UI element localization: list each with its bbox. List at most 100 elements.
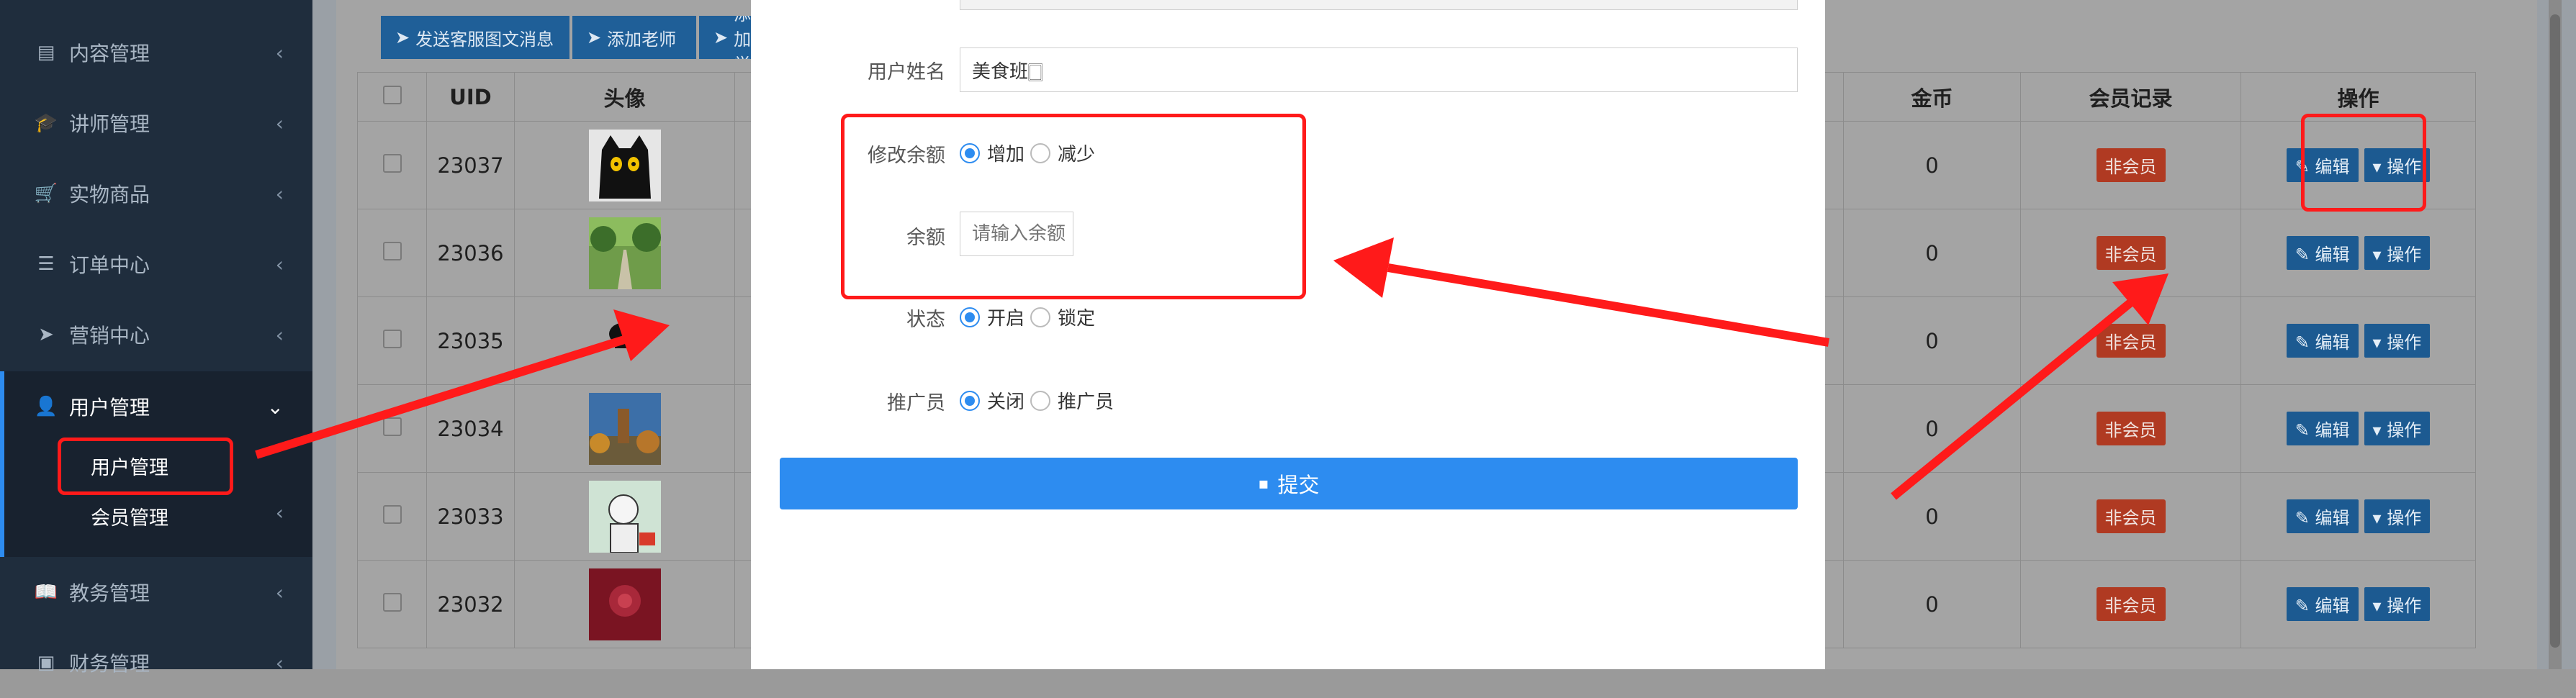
member-badge: 非会员	[2096, 236, 2166, 270]
avatar-image	[588, 217, 661, 289]
row-coins: 0	[1843, 472, 2021, 561]
row-coins: 0	[1843, 209, 2021, 297]
sidebar-item-marketing[interactable]: ➤ 营销中心 ‹	[0, 299, 312, 370]
submit-button[interactable]: ▪ 提交	[780, 458, 1798, 509]
list-icon: ☰	[37, 253, 55, 275]
radio-selected-icon	[960, 390, 980, 411]
sidebar-item-label: 用户管理	[69, 396, 150, 420]
pencil-icon: ✎	[2294, 245, 2315, 265]
operation-dropdown-button[interactable]: ▾ 操作	[2364, 324, 2431, 358]
edit-button[interactable]: ✎ 编辑	[2286, 324, 2359, 358]
paper-plane-icon: ➤	[713, 27, 729, 47]
annotation-box-balance	[841, 114, 1306, 299]
sidebar-item-content[interactable]: ▤ 内容管理 ‹	[0, 17, 312, 88]
chevron-left-icon: ‹	[275, 40, 284, 65]
edit-user-modal: 用户姓名 美食班🀆 修改余额 增加 减少 余额 状态 开启 锁定 推广员 关闭 …	[751, 0, 1825, 669]
row-checkbox[interactable]	[382, 329, 402, 348]
bag-icon: ▪	[1258, 474, 1269, 493]
row-uid: 23036	[426, 209, 515, 297]
pencil-icon: ✎	[2294, 332, 2315, 353]
caret-down-icon: ▾	[2372, 596, 2387, 616]
avatar-image	[588, 568, 661, 640]
scrollbar-thumb[interactable]	[2550, 14, 2560, 648]
select-all-checkbox-cell[interactable]	[357, 72, 427, 122]
row-checkbox[interactable]	[382, 153, 402, 173]
radio-unselected-icon	[1030, 390, 1050, 411]
operation-dropdown-button[interactable]: ▾ 操作	[2364, 587, 2431, 621]
edit-button[interactable]: ✎ 编辑	[2286, 412, 2359, 445]
sidebar-subitem-member-manage[interactable]: 会员管理	[91, 502, 168, 530]
chevron-left-icon: ‹	[275, 580, 284, 604]
row-uid: 23033	[426, 472, 515, 561]
row-checkbox[interactable]	[382, 417, 402, 436]
select-all-checkbox[interactable]	[382, 85, 402, 104]
graduation-cap-icon: 🎓	[34, 112, 58, 134]
promoter-on-radio[interactable]: 推广员	[1030, 387, 1114, 414]
operation-dropdown-button[interactable]: ▾ 操作	[2364, 412, 2431, 445]
column-header-uid: UID	[426, 72, 515, 122]
caret-down-icon: ▾	[2372, 508, 2387, 528]
sidebar-item-teacher[interactable]: 🎓 讲师管理 ‹	[0, 88, 312, 158]
promoter-off-radio[interactable]: 关闭	[960, 387, 1024, 414]
row-uid: 23032	[426, 560, 515, 648]
add-student-button[interactable]: ➤ 添加学	[699, 16, 754, 59]
operation-dropdown-button[interactable]: ▾ 操作	[2364, 236, 2431, 270]
sidebar-item-label: 实物商品	[69, 183, 150, 207]
paper-plane-icon: ➤	[395, 27, 410, 47]
sidebar-item-finance[interactable]: ▣ 财务管理 ‹	[0, 627, 312, 698]
member-badge: 非会员	[2096, 148, 2166, 182]
row-coins: 0	[1843, 560, 2021, 648]
pencil-icon: ✎	[2294, 508, 2315, 528]
page-scrollbar[interactable]	[2549, 0, 2562, 669]
sidebar-item-label: 订单中心	[69, 253, 150, 277]
avatar-image	[588, 392, 661, 465]
chevron-left-icon: ‹	[275, 181, 284, 206]
row-uid: 23034	[426, 384, 515, 473]
chevron-left-icon: ‹	[275, 322, 284, 347]
annotation-box-edit	[2301, 114, 2426, 212]
user-name-label: 用户姓名	[868, 61, 945, 83]
operation-dropdown-button[interactable]: ▾ 操作	[2364, 499, 2431, 533]
status-lock-radio[interactable]: 锁定	[1030, 304, 1095, 330]
member-badge: 非会员	[2096, 412, 2166, 445]
chevron-left-icon: ‹	[275, 111, 284, 135]
sidebar-item-orders[interactable]: ☰ 订单中心 ‹	[0, 229, 312, 299]
row-checkbox[interactable]	[382, 592, 402, 612]
row-uid: 23037	[426, 121, 515, 209]
column-header-avatar: 头像	[514, 72, 735, 122]
chevron-left-icon: ‹	[275, 252, 284, 276]
row-checkbox[interactable]	[382, 504, 402, 524]
promoter-label: 推广员	[887, 392, 945, 414]
edit-button[interactable]: ✎ 编辑	[2286, 587, 2359, 621]
user-icon: 👤	[34, 396, 58, 417]
avatar-image	[588, 129, 661, 201]
sidebar-item-goods[interactable]: 🛒 实物商品 ‹	[0, 158, 312, 229]
sidebar-item-label: 讲师管理	[69, 112, 150, 136]
sidebar-item-label: 营销中心	[69, 324, 150, 348]
sidebar-item-academic[interactable]: 📖 教务管理 ‹	[0, 557, 312, 627]
annotation-box-user-menu	[58, 438, 233, 495]
member-badge: 非会员	[2096, 324, 2166, 358]
sidebar-item-label: 内容管理	[69, 42, 150, 65]
edit-button[interactable]: ✎ 编辑	[2286, 499, 2359, 533]
previous-field	[960, 0, 1798, 10]
column-header-member: 会员记录	[2020, 72, 2241, 122]
row-coins: 0	[1843, 384, 2021, 473]
sidebar-item-users[interactable]: 👤 用户管理 ⌄	[0, 371, 312, 442]
cart-icon: 🛒	[34, 183, 58, 204]
caret-down-icon: ▾	[2372, 420, 2387, 440]
send-news-button[interactable]: ➤ 发送客服图文消息	[381, 16, 569, 59]
row-checkbox[interactable]	[382, 241, 402, 260]
user-name-input[interactable]: 美食班🀆	[960, 47, 1798, 92]
row-coins: 0	[1843, 296, 2021, 385]
chevron-left-icon: ‹	[275, 651, 284, 675]
row-coins: 0	[1843, 121, 2021, 209]
column-header-coins: 金币	[1843, 72, 2021, 122]
edit-button[interactable]: ✎ 编辑	[2286, 236, 2359, 270]
chevron-down-icon: ⌄	[266, 394, 284, 419]
add-teacher-button[interactable]: ➤ 添加老师	[572, 16, 696, 59]
paper-plane-icon: ➤	[587, 27, 602, 47]
avatar-image	[588, 304, 661, 377]
status-on-radio[interactable]: 开启	[960, 304, 1024, 330]
money-icon: ▣	[37, 652, 55, 674]
